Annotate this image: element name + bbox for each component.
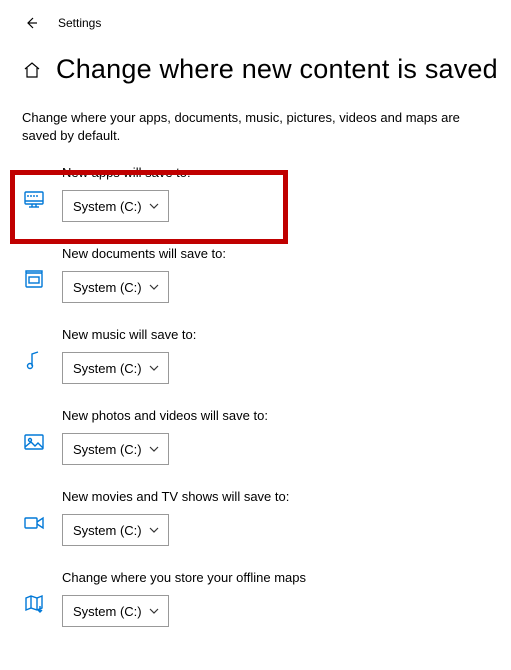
setting-music-dropdown[interactable]: System (C:): [62, 352, 169, 384]
page-heading-row: Change where new content is saved: [0, 32, 511, 85]
setting-movies-label: New movies and TV shows will save to:: [62, 489, 511, 504]
chevron-down-icon: [148, 605, 160, 617]
setting-photos: New photos and videos will save to: Syst…: [0, 396, 511, 477]
setting-music: New music will save to: System (C:): [0, 315, 511, 396]
setting-maps-label: Change where you store your offline maps: [62, 570, 511, 585]
movies-icon: [22, 511, 46, 535]
chevron-down-icon: [148, 200, 160, 212]
apps-icon: [22, 187, 46, 211]
documents-icon: [22, 268, 46, 292]
setting-photos-dropdown[interactable]: System (C:): [62, 433, 169, 465]
setting-documents-value: System (C:): [73, 280, 142, 295]
setting-movies-value: System (C:): [73, 523, 142, 538]
setting-apps-value: System (C:): [73, 199, 142, 214]
setting-maps: Change where you store your offline maps…: [0, 558, 511, 639]
settings-list: New apps will save to: System (C:) New d…: [0, 145, 511, 639]
setting-music-value: System (C:): [73, 361, 142, 376]
chevron-down-icon: [148, 443, 160, 455]
setting-documents: New documents will save to: System (C:): [0, 234, 511, 315]
setting-apps: New apps will save to: System (C:): [0, 153, 511, 234]
back-arrow-icon: [23, 15, 39, 31]
chevron-down-icon: [148, 281, 160, 293]
settings-title: Settings: [58, 16, 101, 30]
setting-movies-dropdown[interactable]: System (C:): [62, 514, 169, 546]
home-icon: [23, 61, 41, 79]
chevron-down-icon: [148, 362, 160, 374]
setting-photos-value: System (C:): [73, 442, 142, 457]
maps-icon: [22, 592, 46, 616]
photos-icon: [22, 430, 46, 454]
page-title: Change where new content is saved: [56, 54, 498, 85]
page-description: Change where your apps, documents, music…: [0, 85, 511, 145]
setting-maps-dropdown[interactable]: System (C:): [62, 595, 169, 627]
music-icon: [22, 349, 46, 373]
setting-maps-value: System (C:): [73, 604, 142, 619]
setting-apps-dropdown[interactable]: System (C:): [62, 190, 169, 222]
setting-apps-label: New apps will save to:: [62, 165, 511, 180]
setting-movies: New movies and TV shows will save to: Sy…: [0, 477, 511, 558]
back-button[interactable]: [22, 14, 40, 32]
top-bar: Settings: [0, 0, 511, 32]
setting-photos-label: New photos and videos will save to:: [62, 408, 511, 423]
chevron-down-icon: [148, 524, 160, 536]
home-button[interactable]: [22, 60, 42, 80]
setting-documents-label: New documents will save to:: [62, 246, 511, 261]
setting-documents-dropdown[interactable]: System (C:): [62, 271, 169, 303]
setting-music-label: New music will save to:: [62, 327, 511, 342]
